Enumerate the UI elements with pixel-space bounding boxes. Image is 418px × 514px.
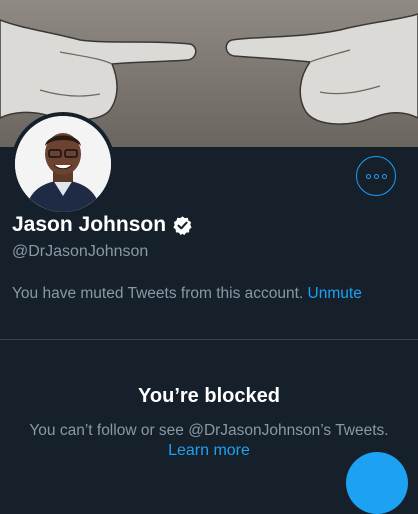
muted-notice-text: You have muted Tweets from this account. — [12, 285, 304, 302]
more-options-icon — [365, 173, 387, 179]
section-divider — [0, 339, 418, 340]
display-name: Jason Johnson — [12, 213, 167, 236]
compose-tweet-button[interactable] — [346, 452, 408, 514]
more-options-button[interactable] — [356, 156, 396, 196]
learn-more-link[interactable]: Learn more — [0, 442, 418, 460]
profile-handle: @DrJasonJohnson — [12, 243, 149, 260]
avatar[interactable] — [11, 112, 115, 216]
profile-name-row: Jason Johnson — [12, 213, 193, 237]
blocked-description: You can’t follow or see @DrJasonJohnson’… — [29, 422, 389, 439]
unmute-link[interactable]: Unmute — [308, 285, 362, 302]
blocked-title: You’re blocked — [138, 385, 280, 407]
muted-notice: You have muted Tweets from this account.… — [12, 285, 362, 303]
profile-photo-image — [15, 116, 111, 212]
verified-badge-icon — [173, 215, 192, 235]
